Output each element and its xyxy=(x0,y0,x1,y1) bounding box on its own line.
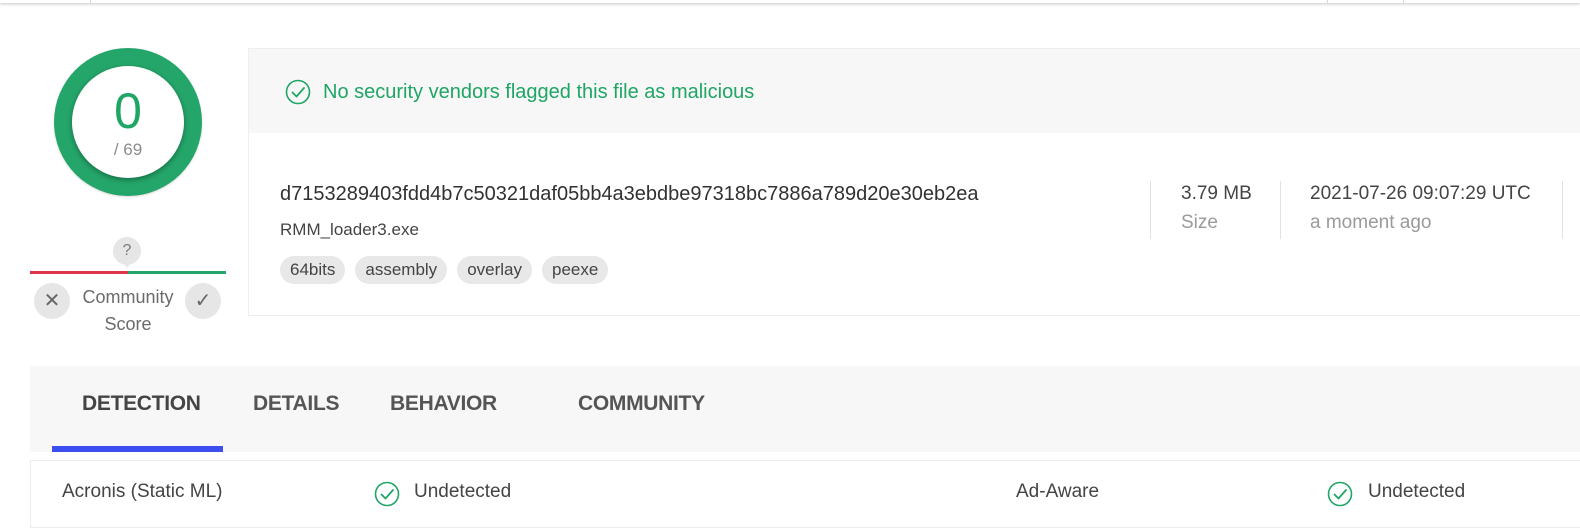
file-tags: 64bits assembly overlay peexe xyxy=(280,256,609,284)
tab-detection[interactable]: DETECTION xyxy=(82,392,201,416)
check-circle-icon xyxy=(1327,481,1353,507)
file-summary-card: No security vendors flagged this file as… xyxy=(248,48,1580,316)
file-size-value: 3.79 MB xyxy=(1181,183,1252,204)
meta-divider xyxy=(1280,181,1281,239)
tab-community[interactable]: COMMUNITY xyxy=(578,392,705,416)
check-circle-icon xyxy=(285,79,311,105)
community-score-positive-bar xyxy=(128,271,226,274)
header-divider xyxy=(90,0,91,3)
meta-divider xyxy=(1150,181,1151,239)
active-tab-indicator xyxy=(52,446,223,452)
file-name: RMM_loader3.exe xyxy=(280,220,419,239)
file-size-label: Size xyxy=(1181,212,1218,233)
community-score-label: Community Score xyxy=(82,287,174,334)
report-tabs: DETECTION DETAILS BEHAVIOR COMMUNITY xyxy=(30,366,1580,452)
close-icon: ✕ xyxy=(43,290,61,312)
tag-64bits[interactable]: 64bits xyxy=(280,256,346,284)
tag-assembly[interactable]: assembly xyxy=(355,256,448,284)
tag-peexe[interactable]: peexe xyxy=(542,256,609,284)
analysis-date: 2021-07-26 09:07:29 UTC xyxy=(1310,183,1531,204)
header-divider xyxy=(1403,0,1404,3)
check-icon: ✓ xyxy=(194,290,212,312)
downvote-button[interactable]: ✕ xyxy=(34,283,70,319)
engine-name: Ad-Aware xyxy=(1016,481,1100,502)
tag-overlay[interactable]: overlay xyxy=(457,256,532,284)
tab-behavior[interactable]: BEHAVIOR xyxy=(390,392,497,416)
header-divider xyxy=(1327,0,1328,3)
community-score-unknown-icon: ? xyxy=(113,237,141,268)
detection-count: 0 xyxy=(114,83,142,139)
gauge-center: 0 / 69 xyxy=(72,66,184,178)
upvote-button[interactable]: ✓ xyxy=(185,283,221,319)
check-circle-icon xyxy=(374,481,400,507)
community-score-negative-bar xyxy=(30,271,128,274)
tab-details[interactable]: DETAILS xyxy=(253,392,339,416)
detection-row: Acronis (Static ML) Undetected Ad-Aware … xyxy=(30,460,1580,528)
engine-name: Acronis (Static ML) xyxy=(62,481,223,502)
engine-result: Undetected xyxy=(1368,481,1466,502)
file-hash[interactable]: d7153289403fdd4b7c50321daf05bb4a3ebdbe97… xyxy=(280,183,979,206)
meta-divider xyxy=(1562,181,1563,239)
analysis-relative-time: a moment ago xyxy=(1310,212,1432,233)
verdict-banner: No security vendors flagged this file as… xyxy=(249,49,1580,133)
engine-result: Undetected xyxy=(414,481,512,502)
engine-total: / 69 xyxy=(113,140,143,159)
top-header-bar xyxy=(0,0,1580,3)
verdict-text: No security vendors flagged this file as… xyxy=(323,81,755,103)
detection-score-gauge: 0 / 69 xyxy=(54,48,202,196)
